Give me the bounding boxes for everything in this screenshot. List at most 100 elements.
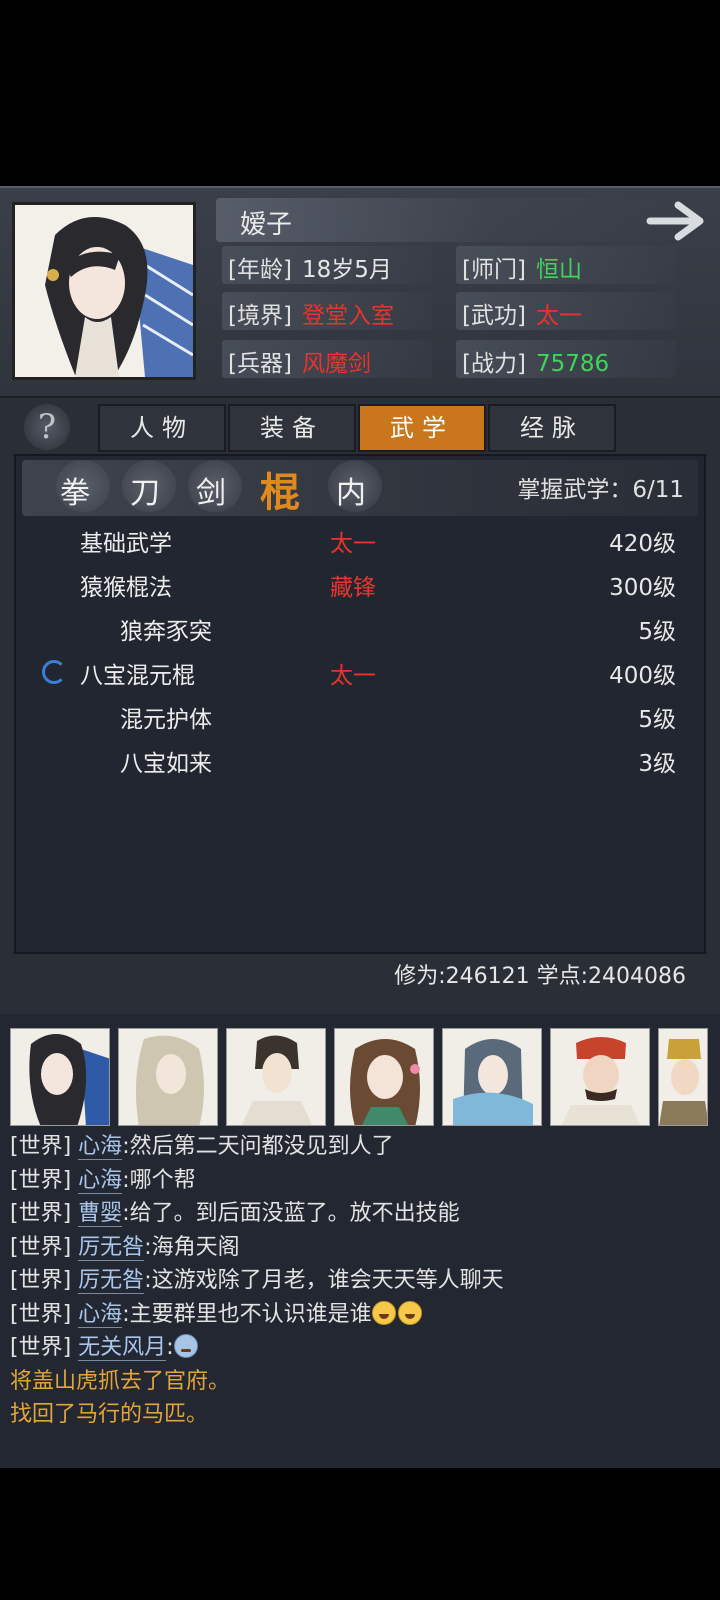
- active-spinner-icon: [42, 660, 66, 684]
- skill-row[interactable]: 八宝混元棍 太一 400级: [16, 650, 706, 694]
- age-label: [年龄]: [228, 257, 292, 283]
- skill-name: 猿猴棍法: [80, 575, 172, 601]
- system-message: 将盖山虎抓去了官府。: [10, 1368, 231, 1394]
- laughing-emoji-icon: [371, 1300, 396, 1325]
- avatar[interactable]: [118, 1028, 218, 1126]
- skill-row[interactable]: 基础武学 太一 420级: [16, 518, 706, 562]
- martial-label: [武功]: [462, 303, 526, 329]
- age-info: [年龄] 18岁5月: [228, 250, 392, 284]
- character-portrait[interactable]: [12, 202, 196, 380]
- avatar[interactable]: [442, 1028, 542, 1126]
- tab-equipment[interactable]: 装备: [228, 404, 356, 452]
- chat-channel: [世界]: [10, 1234, 72, 1260]
- chat-player-name[interactable]: 心海: [78, 1301, 123, 1328]
- avatar-strip: [10, 1028, 720, 1128]
- power-value: 75786: [535, 351, 610, 377]
- chat-message: [世界] 曹婴:给了。到后面没蓝了。放不出技能: [10, 1197, 710, 1231]
- chat-text: :: [166, 1335, 174, 1360]
- status-bar-area: [0, 0, 720, 186]
- tab-bar: 人物 装备 武学 经脉: [98, 404, 618, 454]
- chat-player-name[interactable]: 厉无咎: [78, 1234, 145, 1261]
- skill-level: 5级: [638, 619, 676, 645]
- chat-message: [世界] 心海:哪个帮: [10, 1164, 710, 1198]
- laughing-emoji-icon: [397, 1300, 422, 1325]
- chat-text: :主要群里也不认识谁是谁: [122, 1301, 372, 1327]
- skill-name: 狼奔豕突: [120, 619, 212, 645]
- nav-bar-area: [0, 1468, 720, 1600]
- chat-area: [世界] 心海:然后第二天问都没见到人了 [世界] 心海:哪个帮 [世界] 曹婴…: [0, 1014, 720, 1468]
- cultivation-stats: 修为:246121 学点:2404086: [394, 964, 686, 989]
- chat-message: [世界] 心海:主要群里也不认识谁是谁: [10, 1298, 710, 1332]
- chat-text: :然后第二天问都没见到人了: [122, 1134, 394, 1159]
- avatar[interactable]: [550, 1028, 650, 1126]
- chat-message: [世界] 心海:然后第二天问都没见到人了: [10, 1130, 710, 1164]
- chat-player-name[interactable]: 心海: [78, 1167, 123, 1194]
- skill-row[interactable]: 八宝如来 3级: [16, 738, 706, 782]
- avatar[interactable]: [658, 1028, 708, 1126]
- mastered-count: 掌握武学：6/11: [517, 477, 684, 503]
- realm-value: 登堂入室: [301, 303, 394, 329]
- chat-channel: [世界]: [10, 1134, 72, 1159]
- weapon-value: 风魔剑: [301, 351, 371, 377]
- skill-level: 3级: [638, 751, 676, 777]
- skill-level: 5级: [638, 707, 676, 733]
- skill-row[interactable]: 狼奔豕突 5级: [16, 606, 706, 650]
- sect-value: 恒山: [535, 257, 582, 283]
- sweat-emoji-icon: [173, 1334, 198, 1358]
- chat-player-name[interactable]: 曹婴: [78, 1201, 123, 1227]
- realm-label: [境界]: [228, 303, 292, 329]
- weapon-info: [兵器] 风魔剑: [228, 344, 371, 378]
- avatar[interactable]: [226, 1028, 326, 1126]
- help-icon: ?: [37, 407, 57, 447]
- tab-martial-arts[interactable]: 武学: [358, 404, 486, 452]
- skills-content: 拳 刀 剑 棍 内 掌握武学：6/11 基础武学 太一 420级 猿猴棍法 藏锋…: [14, 454, 706, 954]
- avatar[interactable]: [10, 1028, 110, 1126]
- skill-style: 太一: [330, 531, 376, 557]
- skill-name: 八宝如来: [120, 751, 212, 777]
- skill-row[interactable]: 混元护体 5级: [16, 694, 706, 738]
- chat-text: :海角天阁: [144, 1234, 240, 1260]
- character-name: 嫒子: [240, 210, 293, 240]
- power-info: [战力] 75786: [462, 344, 609, 378]
- chat-player-name[interactable]: 无关风月: [78, 1335, 167, 1361]
- martial-info: [武功] 太一: [462, 296, 582, 330]
- next-arrow-button[interactable]: [646, 198, 708, 244]
- category-sword[interactable]: 剑: [196, 468, 226, 512]
- skill-style: 太一: [330, 663, 376, 689]
- tab-meridians[interactable]: 经脉: [488, 404, 616, 452]
- chat-text: :给了。到后面没蓝了。放不出技能: [122, 1201, 460, 1226]
- chat-channel: [世界]: [10, 1167, 72, 1193]
- skill-name: 八宝混元棍: [80, 663, 195, 689]
- chat-text: :哪个帮: [122, 1167, 196, 1193]
- tab-character[interactable]: 人物: [98, 404, 226, 452]
- category-internal[interactable]: 内: [336, 468, 366, 512]
- chat-channel: [世界]: [10, 1201, 72, 1226]
- sect-label: [师门]: [462, 257, 526, 283]
- skill-level: 300级: [609, 575, 676, 601]
- chat-message: [世界] 厉无咎:海角天阁: [10, 1231, 710, 1265]
- sect-info: [师门] 恒山: [462, 250, 582, 284]
- chat-message: [世界] 厉无咎:这游戏除了月老，谁会天天等人聊天: [10, 1264, 710, 1298]
- skill-style: 藏锋: [330, 575, 376, 601]
- main-panel: ? 人物 装备 武学 经脉 拳 刀 剑 棍 内 掌握武学：6/11 基础武学 太…: [0, 398, 720, 1014]
- skill-row[interactable]: 猿猴棍法 藏锋 300级: [16, 562, 706, 606]
- chat-player-name[interactable]: 心海: [78, 1134, 123, 1160]
- weapon-label: [兵器]: [228, 351, 292, 377]
- category-fist[interactable]: 拳: [60, 468, 90, 512]
- chat-channel: [世界]: [10, 1301, 72, 1327]
- skill-name: 基础武学: [80, 531, 172, 557]
- arrow-right-icon: [646, 201, 704, 241]
- category-blade[interactable]: 刀: [130, 468, 160, 512]
- age-value: 18岁5月: [301, 257, 392, 283]
- chat-player-name[interactable]: 厉无咎: [78, 1268, 145, 1294]
- skill-name: 混元护体: [120, 707, 212, 733]
- character-header: 嫒子 [年龄] 18岁5月 [师门] 恒山 [境界] 登堂入室 [武功] 太一 [兵器]…: [0, 186, 720, 398]
- avatar[interactable]: [334, 1028, 434, 1126]
- category-staff[interactable]: 棍: [260, 460, 300, 518]
- skill-level: 420级: [609, 531, 676, 557]
- chat-text: :这游戏除了月老，谁会天天等人聊天: [144, 1268, 504, 1293]
- chat-channel: [世界]: [10, 1335, 72, 1360]
- realm-info: [境界] 登堂入室: [228, 296, 394, 330]
- martial-value: 太一: [535, 303, 582, 329]
- help-button[interactable]: ?: [24, 404, 70, 450]
